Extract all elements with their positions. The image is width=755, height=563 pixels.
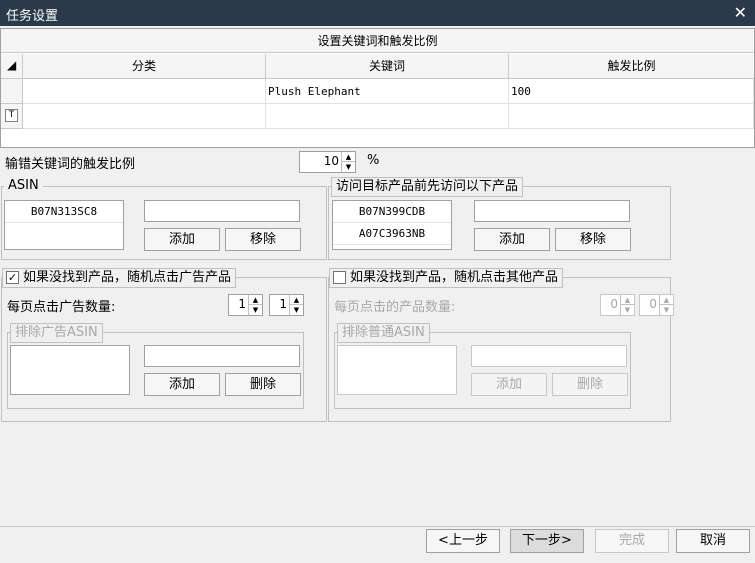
increment-icon[interactable]: ▲ — [290, 295, 303, 305]
exclude-normal-asin-input[interactable] — [471, 345, 627, 367]
asin-list[interactable]: B07N313SC8 — [4, 200, 124, 250]
other-per-page-stepper-max[interactable]: 0 ▲ ▼ — [639, 294, 674, 316]
asin-input[interactable] — [144, 200, 300, 222]
decrement-icon[interactable]: ▼ — [290, 305, 303, 315]
visit-first-remove-button[interactable]: 移除 — [555, 228, 631, 251]
cell-keyword[interactable]: Plush Elephant — [266, 79, 509, 104]
increment-icon[interactable]: ▲ — [249, 295, 262, 305]
new-row-header[interactable]: T — [1, 104, 23, 129]
grid-caption: 设置关键词和触发比例 — [1, 29, 754, 53]
ad-per-page-max-value: 1 — [279, 297, 287, 311]
new-cell-keyword[interactable] — [266, 104, 509, 129]
other-click-checkbox[interactable] — [333, 271, 346, 284]
finish-button[interactable]: 完成 — [595, 529, 669, 553]
typo-ratio-value: 10 — [323, 154, 339, 168]
new-cell-ratio[interactable] — [509, 104, 754, 129]
asin-add-button[interactable]: 添加 — [144, 228, 220, 251]
exclude-normal-asin-add-button[interactable]: 添加 — [471, 373, 547, 396]
other-click-group: 如果没找到产品，随机点击其他产品 每页点击的产品数量: 0 ▲ ▼ 0 ▲ ▼ … — [328, 268, 674, 422]
asin-group: ASIN B07N313SC8 添加 移除 — [1, 177, 327, 260]
visit-first-input[interactable] — [474, 200, 630, 222]
ad-per-page-stepper-max[interactable]: 1 ▲ ▼ — [269, 294, 304, 316]
exclude-ad-asin-title: 排除广告ASIN — [10, 323, 103, 343]
list-item[interactable]: A07C3963NB — [333, 223, 451, 245]
other-per-page-label: 每页点击的产品数量: — [334, 300, 456, 315]
keyword-grid: 设置关键词和触发比例 ◢ 分类 关键词 触发比例 Plush Elephant … — [0, 28, 755, 148]
other-per-page-max-value: 0 — [649, 297, 657, 311]
ad-per-page-stepper-min[interactable]: 1 ▲ ▼ — [228, 294, 263, 316]
new-row-icon: T — [5, 109, 18, 122]
new-cell-category[interactable] — [23, 104, 266, 129]
decrement-icon[interactable]: ▼ — [342, 162, 355, 172]
visit-first-add-button[interactable]: 添加 — [474, 228, 550, 251]
select-all-icon: ◢ — [7, 58, 17, 72]
typo-ratio-unit: % — [367, 153, 380, 168]
cancel-button[interactable]: 取消 — [676, 529, 750, 553]
decrement-icon[interactable]: ▼ — [249, 305, 262, 315]
ad-click-checkbox[interactable]: ✓ — [6, 271, 19, 284]
ad-click-group: 如果没找到产品，随机点击广告产品 ✓ 每页点击广告数量: 1 ▲ ▼ 1 ▲ ▼… — [1, 268, 327, 422]
visit-first-group-title: 访问目标产品前先访问以下产品 — [331, 177, 524, 197]
window-title: 任务设置 — [6, 9, 59, 24]
grid-corner[interactable]: ◢ — [1, 54, 23, 79]
other-per-page-min-value: 0 — [610, 297, 618, 311]
close-icon[interactable]: ✕ — [734, 3, 747, 22]
column-header-ratio[interactable]: 触发比例 — [509, 54, 754, 79]
exclude-normal-asin-title: 排除普通ASIN — [337, 323, 430, 343]
exclude-ad-asin-delete-button[interactable]: 删除 — [225, 373, 301, 396]
list-item[interactable]: B07N313SC8 — [5, 201, 123, 223]
increment-icon[interactable]: ▲ — [660, 295, 673, 305]
visit-first-list[interactable]: B07N399CDB A07C3963NB — [332, 200, 452, 250]
asin-remove-button[interactable]: 移除 — [225, 228, 301, 251]
next-button[interactable]: 下一步> — [510, 529, 584, 553]
decrement-icon[interactable]: ▼ — [660, 305, 673, 315]
exclude-normal-asin-list[interactable] — [337, 345, 457, 395]
cell-category[interactable] — [23, 79, 266, 104]
exclude-ad-asin-input[interactable] — [144, 345, 300, 367]
column-header-keyword[interactable]: 关键词 — [266, 54, 509, 79]
typo-ratio-stepper[interactable]: 10 ▲ ▼ — [299, 151, 356, 173]
title-bar: 任务设置 ✕ — [0, 0, 755, 26]
ad-click-group-title: 如果没找到产品，随机点击广告产品 — [2, 268, 237, 288]
exclude-normal-asin-delete-button[interactable]: 删除 — [552, 373, 628, 396]
ad-per-page-label: 每页点击广告数量: — [7, 300, 116, 315]
decrement-icon[interactable]: ▼ — [621, 305, 634, 315]
increment-icon[interactable]: ▲ — [621, 295, 634, 305]
prev-button[interactable]: <上一步 — [426, 529, 500, 553]
list-item[interactable]: B07N399CDB — [333, 201, 451, 223]
visit-first-group: 访问目标产品前先访问以下产品 B07N399CDB A07C3963NB 添加 … — [328, 177, 671, 260]
cell-ratio[interactable]: 100 — [509, 79, 754, 104]
exclude-ad-asin-add-button[interactable]: 添加 — [144, 373, 220, 396]
typo-ratio-label: 输错关键词的触发比例 — [5, 157, 136, 172]
exclude-ad-asin-list[interactable] — [10, 345, 130, 395]
column-header-category[interactable]: 分类 — [23, 54, 266, 79]
row-header[interactable] — [1, 79, 23, 104]
ad-per-page-min-value: 1 — [238, 297, 246, 311]
other-per-page-stepper-min[interactable]: 0 ▲ ▼ — [600, 294, 635, 316]
other-click-group-title: 如果没找到产品，随机点击其他产品 — [329, 268, 564, 288]
increment-icon[interactable]: ▲ — [342, 152, 355, 162]
exclude-normal-asin-group: 排除普通ASIN 添加 删除 — [334, 323, 631, 409]
footer-divider — [0, 526, 755, 527]
exclude-ad-asin-group: 排除广告ASIN 添加 删除 — [7, 323, 304, 409]
asin-group-title: ASIN — [4, 177, 43, 197]
